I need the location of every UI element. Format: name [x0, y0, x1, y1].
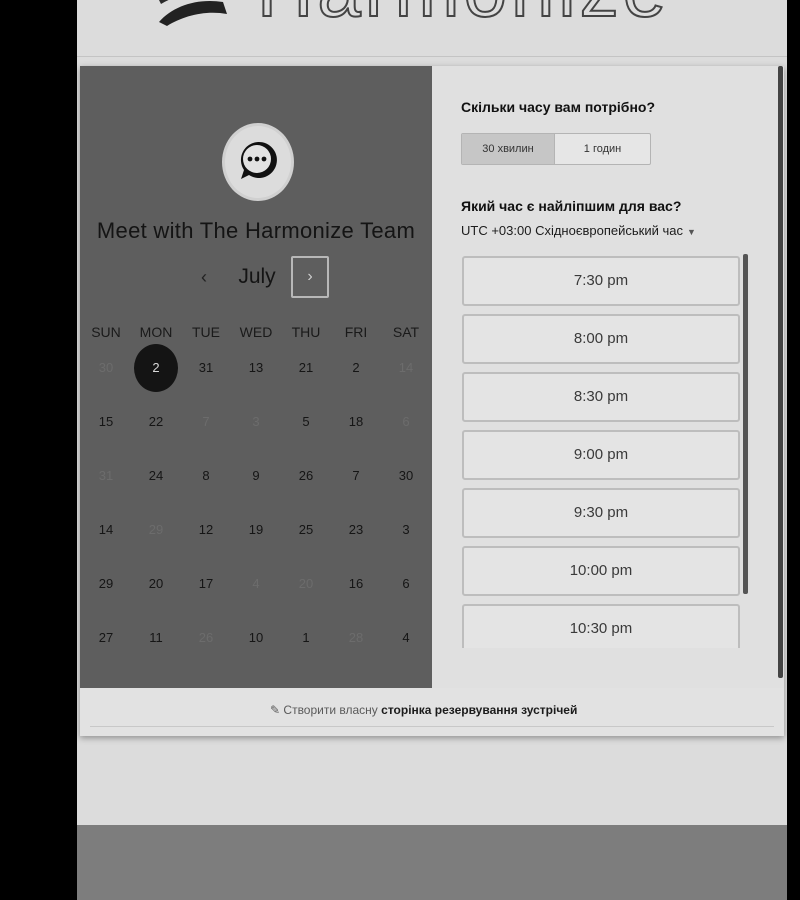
caret-down-icon: ▼ [686, 227, 696, 237]
calendar-day[interactable]: 23 [336, 510, 376, 550]
calendar-day[interactable]: 15 [86, 402, 126, 442]
logo-mark-icon [159, 0, 227, 26]
calendar-day[interactable]: 7 [336, 456, 376, 496]
duration-toggle: 30 хвилин 1 годин [461, 133, 651, 165]
widget-footer: ✎ Створити власну сторінка резервування … [80, 688, 784, 736]
chat-bubble-icon [240, 141, 277, 179]
footer-prefix: Створити власну [283, 703, 378, 717]
calendar-day[interactable]: 24 [136, 456, 176, 496]
calendar-day[interactable]: 17 [186, 564, 226, 604]
time-slot-button[interactable]: 9:30 pm [462, 488, 740, 538]
calendar-day: 29 [148, 522, 164, 537]
calendar-day: 20 [298, 576, 314, 591]
calendar-day[interactable]: 12 [186, 510, 226, 550]
weekday-label: MON [139, 324, 173, 340]
duration-60-option[interactable]: 1 годин [555, 134, 650, 164]
booking-options-panel: Скільки часу вам потрібно? 30 хвилин 1 г… [432, 66, 784, 688]
next-month-button[interactable]: › [291, 256, 329, 298]
duration-30-option[interactable]: 30 хвилин [462, 134, 555, 164]
calendar-day[interactable]: 14 [86, 510, 126, 550]
calendar-day[interactable]: 26 [286, 456, 326, 496]
calendar-day[interactable]: 4 [386, 618, 426, 658]
month-label: July [238, 265, 276, 288]
weekday-label: THU [291, 324, 321, 340]
weekday-label: SUN [91, 324, 121, 340]
calendar-day[interactable]: 30 [386, 456, 426, 496]
calendar-day[interactable]: 5 [286, 402, 326, 442]
calendar-day: 3 [252, 414, 260, 429]
calendar-day[interactable]: 22 [136, 402, 176, 442]
calendar-day[interactable]: 9 [236, 456, 276, 496]
time-slot-button[interactable]: 8:00 pm [462, 314, 740, 364]
calendar-day[interactable]: 10 [236, 618, 276, 658]
timezone-select[interactable]: UTC +03:00 Східноєвропейський час ▼ [461, 223, 696, 238]
weekday-label: FRI [344, 324, 368, 340]
calendar-day-selected[interactable]: 2 [134, 344, 178, 392]
time-slot-button[interactable]: 8:30 pm [462, 372, 740, 422]
time-slot-button[interactable]: 10:30 pm [462, 604, 740, 648]
calendar-day[interactable]: 29 [86, 564, 126, 604]
team-title: Meet with The Harmonize Team [96, 218, 416, 243]
calendar-day: 14 [398, 360, 414, 375]
weekday-label: WED [239, 324, 273, 340]
calendar-day[interactable]: 21 [286, 348, 326, 388]
calendar-day[interactable]: 20 [136, 564, 176, 604]
calendar-panel: Meet with The Harmonize Team ‹ July › SU… [80, 66, 432, 688]
time-slot-list: 7:30 pm 8:00 pm 8:30 pm 9:00 pm 9:30 pm 10:00… [462, 256, 742, 648]
calendar-day: 31 [98, 468, 114, 483]
calendar-day[interactable]: 25 [286, 510, 326, 550]
logo-wordmark: Harmonize [256, 0, 670, 28]
time-slot-button[interactable]: 10:00 pm [462, 546, 740, 596]
calendar-day[interactable]: 16 [336, 564, 376, 604]
calendar-day[interactable]: 27 [86, 618, 126, 658]
footer-divider [90, 726, 774, 727]
weekday-label: TUE [192, 324, 220, 340]
calendar-day[interactable]: 6 [386, 564, 426, 604]
calendar-day: 6 [402, 414, 410, 429]
calendar-day[interactable]: 11 [136, 618, 176, 658]
team-avatar [222, 123, 294, 201]
header-divider [77, 56, 787, 57]
calendar-day[interactable]: 1 [286, 618, 326, 658]
create-booking-page-link[interactable]: ✎ Створити власну сторінка резервування … [270, 703, 577, 717]
booking-page: Harmonize Meet with The Harmonize Team ‹… [77, 0, 787, 900]
pencil-icon: ✎ [270, 703, 281, 717]
calendar-day: 30 [98, 360, 114, 375]
duration-question: Скільки часу вам потрібно? [461, 99, 656, 115]
prev-month-button[interactable]: ‹ [192, 264, 216, 290]
page-bottom-band [77, 825, 787, 900]
calendar-day: 7 [202, 414, 210, 429]
calendar-day[interactable]: 13 [236, 348, 276, 388]
booking-widget: Meet with The Harmonize Team ‹ July › SU… [80, 66, 784, 736]
calendar-day[interactable]: 8 [186, 456, 226, 496]
calendar-day[interactable]: 18 [336, 402, 376, 442]
calendar-day: 4 [252, 576, 260, 591]
calendar-day: 26 [198, 630, 214, 645]
time-question: Який час є найліпшим для вас? [461, 198, 682, 214]
calendar-day[interactable]: 3 [386, 510, 426, 550]
calendar-day[interactable]: 2 [336, 348, 376, 388]
panel-scrollbar[interactable] [778, 66, 783, 678]
time-slot-button[interactable]: 7:30 pm [462, 256, 740, 306]
calendar-day: 28 [348, 630, 364, 645]
weekday-label: SAT [392, 324, 420, 340]
time-slot-scrollbar[interactable] [743, 254, 748, 594]
brand-logo: Harmonize [153, 0, 713, 28]
timezone-label: UTC +03:00 Східноєвропейський час [461, 223, 683, 238]
footer-link-text: сторінка резервування зустрічей [381, 703, 578, 717]
time-slot-button[interactable]: 9:00 pm [462, 430, 740, 480]
calendar-day[interactable]: 19 [236, 510, 276, 550]
calendar-day[interactable]: 31 [186, 348, 226, 388]
